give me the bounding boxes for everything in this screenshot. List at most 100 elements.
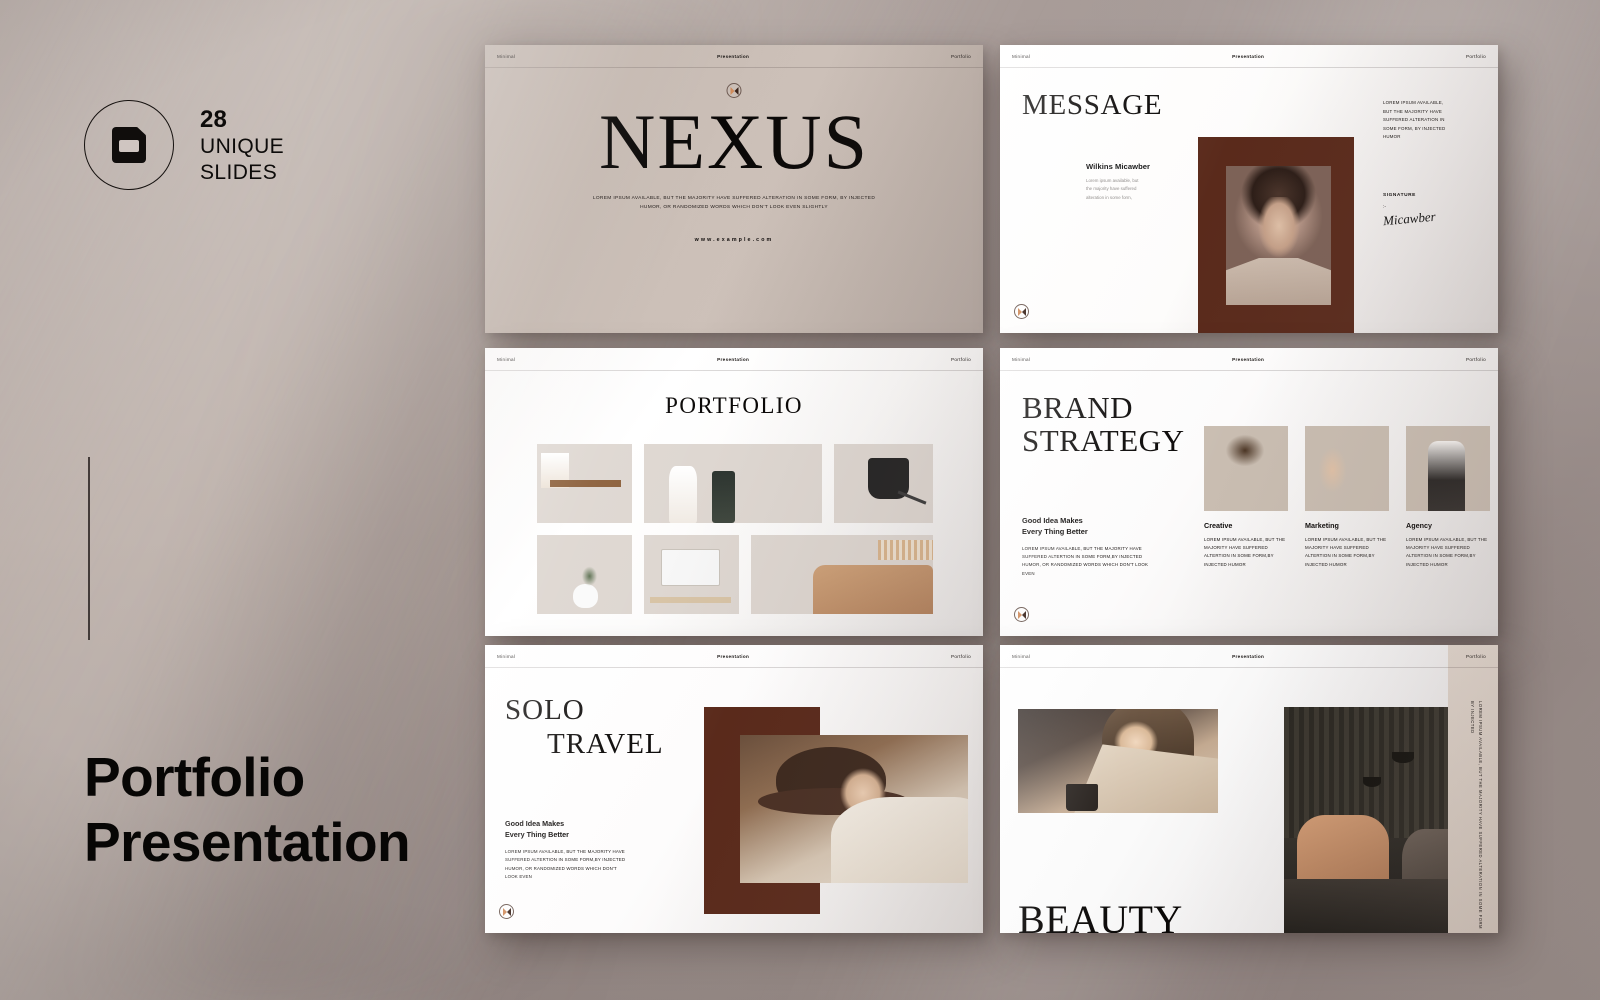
portfolio-title: PORTFOLIO xyxy=(665,393,803,418)
logo-triangle-right xyxy=(1022,611,1027,620)
column-agency: Agency LOREM IPSUM AVAILABLE, BUT THE MA… xyxy=(1406,426,1490,569)
page-title: Portfolio Presentation xyxy=(84,745,411,875)
slide-message[interactable]: Minimal Presentation Portfolio MESSAGE W… xyxy=(1000,45,1498,333)
badge-label-line2: SLIDES xyxy=(200,160,278,184)
photo-pendant-lamp-2 xyxy=(1362,777,1381,788)
slide-brand-strategy[interactable]: Minimal Presentation Portfolio BRAND STR… xyxy=(1000,348,1498,636)
header-left: Minimal xyxy=(497,653,516,659)
photo-jacket xyxy=(1226,257,1331,305)
unique-slides-badge: 28 UNIQUE SLIDES xyxy=(84,100,284,190)
woman-coffee-street-photo xyxy=(1018,709,1218,813)
slide-deck-icon-screen xyxy=(119,140,139,152)
smiling-woman-hat-photo xyxy=(740,735,968,883)
badge-text-group: 28 UNIQUE SLIDES xyxy=(200,105,284,185)
left-panel: 28 UNIQUE SLIDES Portfolio Presentation xyxy=(0,0,480,1000)
slide-header: Minimal Presentation Portfolio xyxy=(1000,348,1498,371)
laptop-desk-photo xyxy=(644,535,739,614)
column-label: Agency xyxy=(1406,521,1432,530)
lounge-interior-photo xyxy=(1284,707,1448,933)
logo-triangle-right xyxy=(1022,308,1027,317)
solo-travel-lead: Good Idea Makes Every Thing Better xyxy=(505,819,569,841)
badge-label-line1: UNIQUE xyxy=(200,135,285,159)
message-right-text: LOREM IPSUM AVAILABLE, BUT THE MAJORITY … xyxy=(1383,100,1446,140)
column-text: LOREM IPSUM AVAILABLE, BUT THE MAJORITY … xyxy=(1305,537,1387,567)
slide-header: Minimal Presentation Portfolio xyxy=(485,348,983,371)
column-text: LOREM IPSUM AVAILABLE, BUT THE MAJORITY … xyxy=(1204,537,1286,567)
header-right: Portfolio xyxy=(950,53,971,59)
logo-triangle-right xyxy=(734,87,739,96)
page-title-line1: Portfolio xyxy=(84,746,305,808)
slide-header: Minimal Presentation Portfolio xyxy=(1000,645,1498,668)
slide-beauty[interactable]: Minimal Presentation Portfolio BEAUTY LO… xyxy=(1000,645,1498,933)
solo-travel-lead-line2: Every Thing Better xyxy=(505,829,569,839)
header-center: Presentation xyxy=(1232,356,1265,362)
slide-header: Minimal Presentation Portfolio xyxy=(485,645,983,668)
badge-circle xyxy=(84,100,174,190)
column-creative: Creative LOREM IPSUM AVAILABLE, BUT THE … xyxy=(1204,426,1288,569)
message-person-text: Lorem ipsum available, but the majority … xyxy=(1086,178,1139,200)
brand-strategy-title: BRAND STRATEGY xyxy=(1022,390,1185,458)
beauty-title: BEAUTY xyxy=(1018,897,1183,934)
header-center: Presentation xyxy=(1232,53,1265,59)
woman-earring-profile-photo xyxy=(1305,426,1389,511)
nexus-logo-icon xyxy=(499,904,514,919)
nexus-logo-icon xyxy=(1014,607,1029,622)
slide-header: Minimal Presentation Portfolio xyxy=(1000,45,1498,68)
header-center: Presentation xyxy=(717,653,750,659)
column-marketing: Marketing LOREM IPSUM AVAILABLE, BUT THE… xyxy=(1305,426,1389,569)
slide-count: 28 xyxy=(200,105,228,133)
solo-travel-title-line2: TRAVEL xyxy=(547,728,664,761)
brand-strategy-lead-line2: Every Thing Better xyxy=(1022,527,1088,537)
slide-portfolio[interactable]: Minimal Presentation Portfolio PORTFOLIO xyxy=(485,348,983,636)
header-right: Portfolio xyxy=(1465,53,1486,59)
portrait-woman-makeup-photo xyxy=(1226,166,1331,305)
logo-triangle-right xyxy=(507,908,512,917)
photo-floor xyxy=(1284,878,1448,933)
message-person-name: Wilkins Micawber xyxy=(1086,162,1151,171)
column-label: Marketing xyxy=(1305,521,1339,530)
header-left: Minimal xyxy=(497,53,516,59)
slide-deck-icon xyxy=(112,127,146,163)
photo-coffee-cup xyxy=(1066,783,1098,811)
slide-nexus[interactable]: Minimal Presentation Portfolio NEXUS LOR… xyxy=(485,45,983,333)
header-right: Portfolio xyxy=(950,356,971,362)
message-title: MESSAGE xyxy=(1022,89,1163,121)
slide-solo-travel[interactable]: Minimal Presentation Portfolio SOLO TRAV… xyxy=(485,645,983,933)
header-right: Portfolio xyxy=(950,653,971,659)
column-label: Creative xyxy=(1204,521,1233,530)
solo-travel-lead-line1: Good Idea Makes xyxy=(505,819,565,828)
nexus-logo-icon xyxy=(726,83,742,98)
header-right: Portfolio xyxy=(1465,356,1486,362)
signature-dash: :- xyxy=(1383,204,1387,210)
solo-travel-title-line1: SOLO xyxy=(505,694,585,726)
column-text: LOREM IPSUM AVAILABLE, BUT THE MAJORITY … xyxy=(1406,537,1488,567)
brand-strategy-columns: Creative LOREM IPSUM AVAILABLE, BUT THE … xyxy=(1204,426,1490,569)
slide-header: Minimal Presentation Portfolio xyxy=(485,45,983,68)
cosmetic-bottles-photo xyxy=(644,444,822,523)
brand-strategy-title-line2: STRATEGY xyxy=(1022,422,1185,458)
header-center: Presentation xyxy=(717,53,750,59)
photo-sweater xyxy=(831,797,968,883)
header-right: Portfolio xyxy=(1465,653,1486,659)
nexus-title: NEXUS xyxy=(598,98,869,185)
solo-travel-title: SOLO TRAVEL xyxy=(505,693,664,761)
black-mug-photo xyxy=(834,444,933,523)
signature-label: SIGNATURE xyxy=(1383,193,1416,198)
white-vase-photo xyxy=(537,535,632,614)
portfolio-grid-row xyxy=(537,535,933,614)
woman-gold-jewelry-photo xyxy=(1204,426,1288,511)
header-center: Presentation xyxy=(717,356,750,362)
header-left: Minimal xyxy=(1012,356,1031,362)
header-center: Presentation xyxy=(1232,653,1265,659)
brand-strategy-title-line1: BRAND xyxy=(1022,390,1134,425)
header-left: Minimal xyxy=(1012,53,1031,59)
nexus-logo-icon xyxy=(1014,304,1029,319)
brand-strategy-lead: Good Idea Makes Every Thing Better xyxy=(1022,515,1088,538)
portfolio-image-grid xyxy=(537,444,933,626)
page-title-line2: Presentation xyxy=(84,810,411,873)
header-left: Minimal xyxy=(1012,653,1031,659)
photo-face xyxy=(1257,196,1300,261)
solo-travel-body: LOREM IPSUM AVAILABLE, BUT THE MAJORITY … xyxy=(505,849,626,880)
beauty-vertical-text: LOREM IPSUM AVAILABLE, BUT THE MAJORITY … xyxy=(1469,701,1483,929)
nexus-url: www.example.com xyxy=(694,237,774,243)
